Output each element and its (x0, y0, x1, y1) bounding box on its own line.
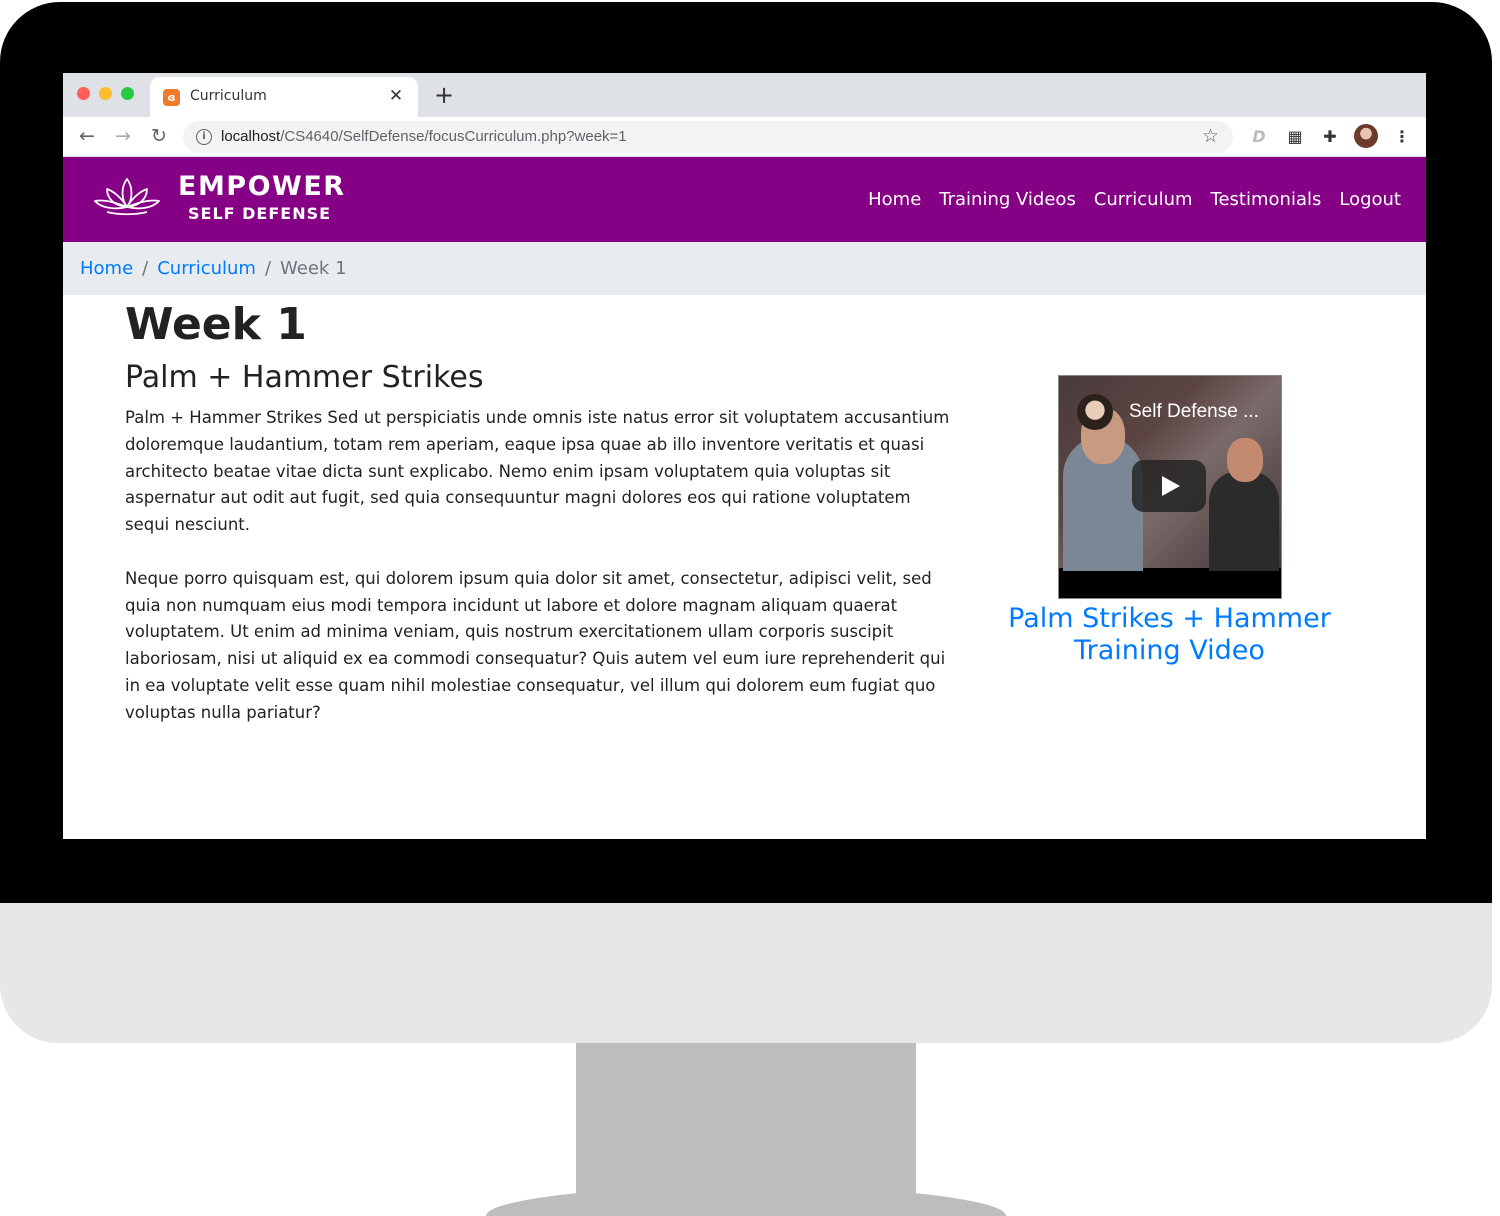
monitor-stand-base (486, 1186, 1006, 1216)
extension-d-icon[interactable]: D (1248, 126, 1270, 148)
breadcrumb-home-link[interactable]: Home (80, 258, 133, 279)
breadcrumb: Home / Curriculum / Week 1 (63, 242, 1426, 295)
monitor-stand (576, 1043, 916, 1203)
puzzle-extensions-icon[interactable]: ✚ (1319, 126, 1341, 148)
play-button-icon[interactable] (1132, 460, 1206, 512)
browser-tab[interactable]: ɞ Curriculum ✕ (150, 77, 418, 117)
breadcrumb-current: Week 1 (280, 258, 347, 279)
back-arrow-icon[interactable]: ← (75, 124, 99, 148)
kebab-menu-icon[interactable]: ⋮ (1391, 126, 1413, 148)
brand-subtitle[interactable]: SELF DEFENSE (188, 204, 331, 223)
lesson-paragraph: Neque porro quisquam est, qui dolorem ip… (125, 568, 946, 722)
channel-avatar[interactable] (1077, 394, 1113, 430)
forward-arrow-icon[interactable]: → (111, 124, 135, 148)
url-path: /CS4640/SelfDefense/focusCurriculum.php?… (280, 128, 627, 145)
tab-strip: ɞ Curriculum ✕ + (63, 73, 1426, 117)
brand-name[interactable]: EMPOWER (178, 171, 346, 202)
thumbnail-figure (1209, 471, 1279, 571)
nav-link-training-videos[interactable]: Training Videos (939, 189, 1076, 210)
nav-links: Home Training Videos Curriculum Testimon… (868, 189, 1401, 210)
browser-toolbar: ← → ↻ i localhost/CS4640/SelfDefense/foc… (63, 117, 1426, 157)
window-minimize-button[interactable] (99, 87, 112, 100)
window-close-button[interactable] (77, 87, 90, 100)
page-title: Week 1 (125, 299, 307, 350)
browser-window: ɞ Curriculum ✕ + ← → ↻ i localhost/CS464… (63, 73, 1426, 839)
video-player[interactable]: Self Defense ... (1058, 375, 1282, 599)
reload-icon[interactable]: ↻ (147, 124, 171, 148)
site-navbar: EMPOWER SELF DEFENSE Home Training Video… (63, 157, 1426, 242)
window-maximize-button[interactable] (121, 87, 134, 100)
tab-title: Curriculum (190, 88, 267, 104)
nav-link-logout[interactable]: Logout (1339, 189, 1401, 210)
breadcrumb-list: Home / Curriculum / Week 1 (80, 258, 347, 279)
video-overlay-title[interactable]: Self Defense ... (1129, 401, 1259, 423)
url-text[interactable]: localhost/CS4640/SelfDefense/focusCurric… (221, 128, 627, 145)
new-tab-icon[interactable]: + (431, 81, 457, 109)
address-bar[interactable]: i localhost/CS4640/SelfDefense/focusCurr… (183, 121, 1233, 153)
monitor-chin (0, 903, 1492, 1043)
url-host: localhost (221, 128, 281, 145)
nav-link-curriculum[interactable]: Curriculum (1094, 189, 1193, 210)
nav-link-home[interactable]: Home (868, 189, 921, 210)
breadcrumb-separator: / (264, 258, 272, 279)
video-thumbnail: Self Defense ... (1059, 376, 1281, 571)
site-info-icon[interactable]: i (196, 129, 212, 145)
grid-extension-icon[interactable]: ▦ (1284, 126, 1306, 148)
xampp-favicon-icon: ɞ (163, 89, 180, 106)
nav-link-testimonials[interactable]: Testimonials (1211, 189, 1322, 210)
breadcrumb-separator: / (142, 258, 149, 279)
training-video-link[interactable]: Palm Strikes + Hammer Training Video (1003, 603, 1336, 667)
bookmark-star-icon[interactable]: ☆ (1202, 125, 1219, 147)
thumbnail-figure (1227, 438, 1263, 482)
breadcrumb-curriculum-link[interactable]: Curriculum (157, 258, 256, 279)
profile-avatar[interactable] (1354, 124, 1378, 148)
tab-close-icon[interactable]: ✕ (386, 86, 406, 106)
lotus-logo-icon[interactable] (91, 175, 163, 217)
lesson-title: Palm + Hammer Strikes (125, 360, 484, 395)
lesson-description: Palm + Hammer Strikes Sed ut perspiciati… (125, 405, 955, 753)
lesson-paragraph: Palm + Hammer Strikes Sed ut perspiciati… (125, 408, 950, 535)
